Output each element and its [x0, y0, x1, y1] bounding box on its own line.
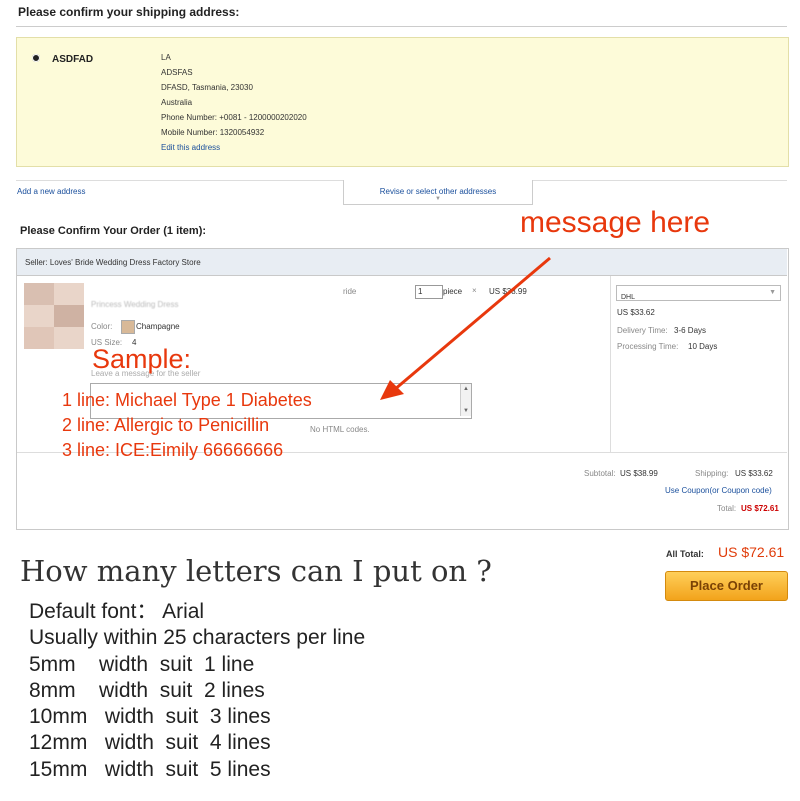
address-line: LA	[161, 53, 171, 62]
color-value: Champagne	[136, 322, 180, 331]
shipping-total-value: US $33.62	[735, 469, 773, 478]
order-heading: Please Confirm Your Order (1 item):	[20, 225, 207, 237]
annotation-sample-line: 2 line: Allergic to Penicillin	[62, 415, 270, 435]
faq-lines: Default font： Arial Usually within 25 ch…	[29, 599, 365, 783]
faq-line: 5mm width suit 1 line	[29, 652, 255, 676]
product-subtitle: Princess Wedding Dress	[91, 300, 179, 309]
faq-line: 15mm width suit 5 lines	[29, 757, 271, 781]
color-label: Color:	[91, 322, 113, 331]
phone-number: Phone Number: +0081 - 1200000202020	[161, 113, 307, 122]
total-value: US $72.61	[741, 504, 779, 513]
faq-line: 8mm width suit 2 lines	[29, 678, 265, 702]
shipping-method-select[interactable]: DHL ▼	[616, 285, 781, 301]
product-thumbnail[interactable]	[24, 283, 84, 349]
address-line: ADSFAS	[161, 68, 193, 77]
delivery-label: Delivery Time:	[617, 326, 668, 335]
faq-line: 12mm width suit 4 lines	[29, 731, 271, 755]
revise-addresses-button[interactable]: Revise or select other addresses ▼	[343, 180, 533, 205]
shipping-heading: Please confirm your shipping address:	[18, 5, 240, 19]
place-order-button[interactable]: Place Order	[665, 571, 788, 601]
all-total-label: All Total:	[666, 549, 704, 559]
annotation-sample-title: Sample:	[92, 344, 192, 374]
address-line: DFASD, Tasmania, 23030	[161, 83, 253, 92]
address-box	[16, 37, 789, 167]
delivery-value: 3-6 Days	[674, 326, 707, 335]
processing-value: 10 Days	[688, 342, 718, 351]
chevron-down-icon: ▼	[435, 196, 441, 202]
total-label: Total:	[717, 504, 737, 513]
faq-question: How many letters can I put on ?	[20, 554, 492, 588]
add-address-link[interactable]: Add a new address	[17, 187, 86, 196]
no-html-note: No HTML codes.	[310, 425, 370, 434]
edit-address-link[interactable]: Edit this address	[161, 140, 307, 155]
subtotal-value: US $38.99	[620, 469, 658, 478]
faq-line: Usually within 25 characters per line	[29, 626, 366, 650]
shipping-total-label: Shipping:	[695, 469, 729, 478]
faq-line: 10mm width suit 3 lines	[29, 705, 271, 729]
faq-line: Default font： Arial	[29, 600, 205, 623]
annotation-sample-lines: 1 line: Michael Type 1 Diabetes 2 line: …	[62, 388, 312, 463]
chevron-down-icon: ▼	[769, 289, 776, 296]
annotation-sample-line: 3 line: ICE:Eimily 66666666	[62, 440, 284, 460]
color-swatch	[121, 320, 135, 334]
product-title-suffix: ride	[343, 287, 357, 296]
coupon-link[interactable]: Use Coupon(or Coupon code)	[665, 486, 772, 495]
mobile-number: Mobile Number: 1320054932	[161, 128, 265, 137]
divider	[16, 26, 787, 27]
shipping-cost: US $33.62	[617, 308, 655, 317]
address-lines: LA ADSFAS DFASD, Tasmania, 23030 Austral…	[161, 50, 307, 155]
recipient-name: ASDFAD	[52, 54, 94, 65]
all-total-value: US $72.61	[718, 544, 785, 560]
annotation-sample-line: 1 line: Michael Type 1 Diabetes	[62, 390, 312, 410]
address-radio[interactable]	[32, 54, 40, 62]
processing-label: Processing Time:	[617, 342, 679, 351]
revise-addresses-label: Revise or select other addresses	[379, 187, 497, 196]
annotation-arrow	[380, 256, 551, 400]
annotation-message-here: message here	[520, 206, 711, 239]
divider	[610, 276, 611, 452]
address-line: Australia	[161, 98, 193, 107]
shipping-method-value: DHL	[621, 294, 636, 301]
subtotal-label: Subtotal:	[584, 469, 616, 478]
